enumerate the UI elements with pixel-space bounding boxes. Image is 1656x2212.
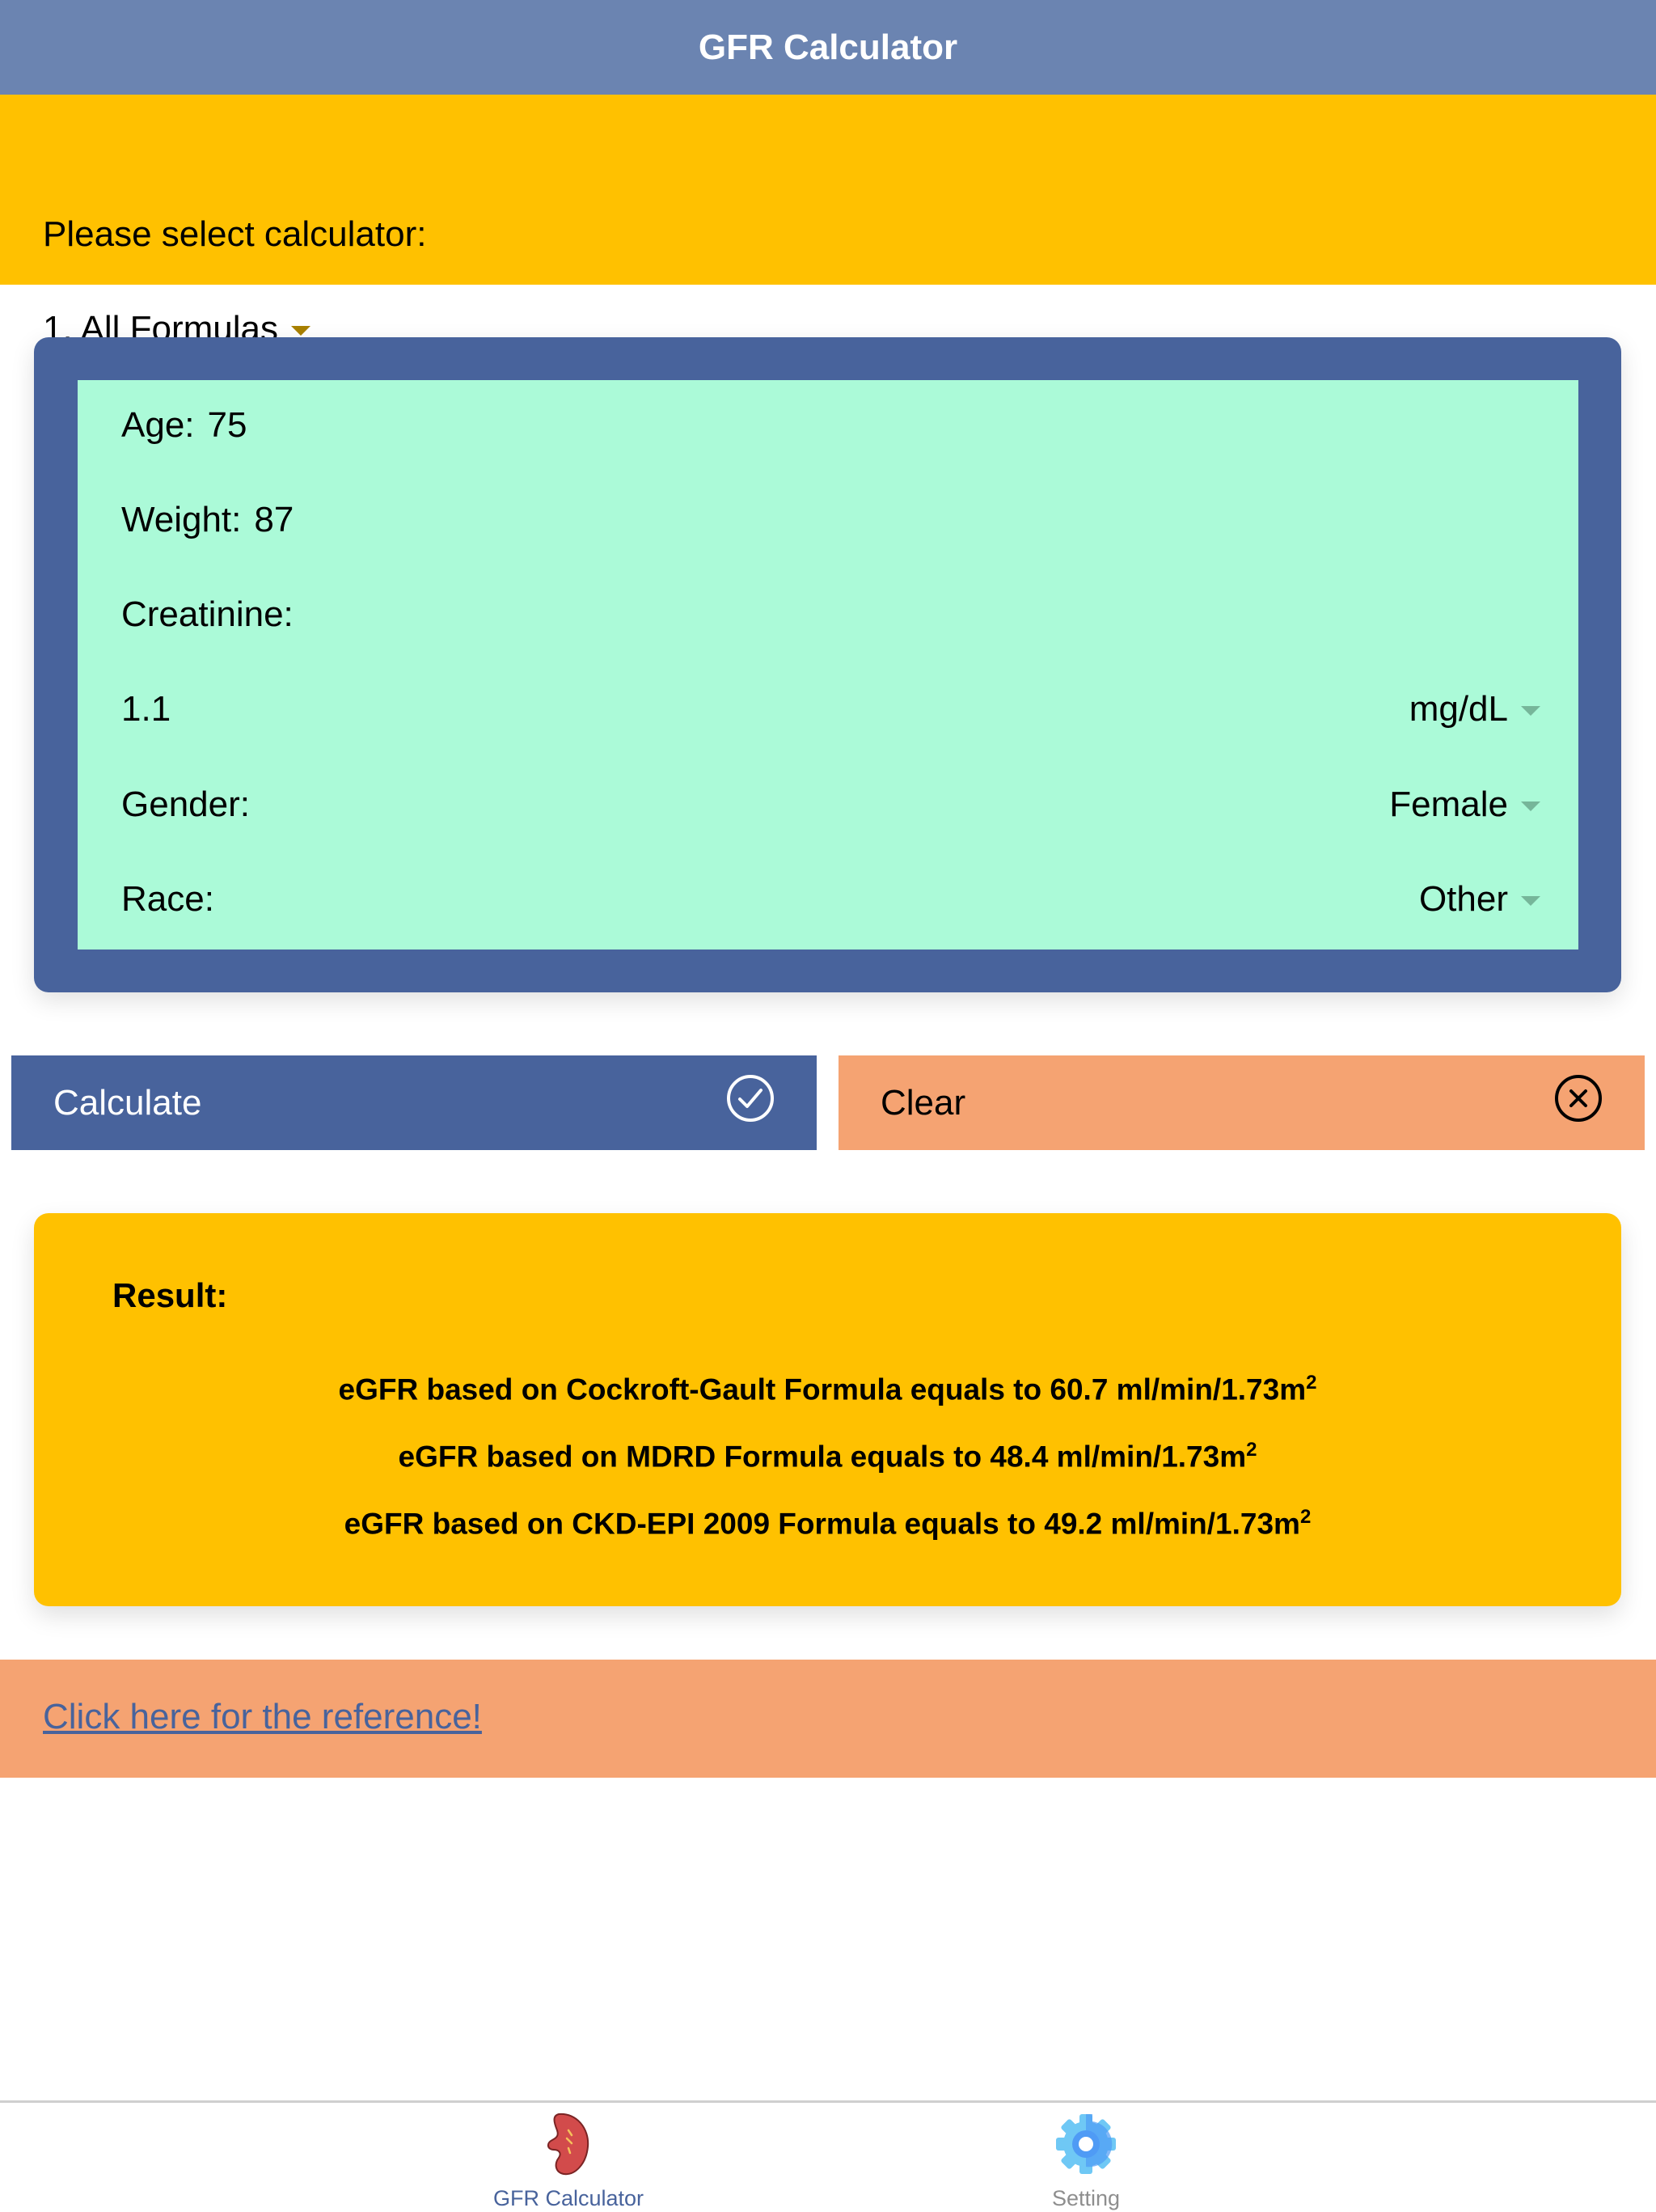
race-value: Other xyxy=(1418,879,1508,919)
clear-button[interactable]: Clear xyxy=(839,1055,1645,1150)
check-circle-icon xyxy=(726,1074,775,1131)
creatinine-label-row: Creatinine: xyxy=(121,590,1540,639)
age-input[interactable]: 75 xyxy=(208,405,247,446)
weight-label: Weight: xyxy=(121,500,242,539)
caret-down-icon xyxy=(1521,706,1540,716)
input-form: Age: 75 Weight: 87 Creatinine: 1.1 mg/dL xyxy=(78,380,1578,950)
result-text: eGFR based on Cockroft-Gault Formula equ… xyxy=(338,1372,1307,1406)
creatinine-label: Creatinine: xyxy=(121,594,294,634)
caret-down-icon xyxy=(1521,801,1540,811)
age-row: Age: 75 xyxy=(121,401,1540,450)
weight-input[interactable]: 87 xyxy=(254,500,294,540)
race-row: Race: Other xyxy=(121,875,1540,924)
gender-label: Gender: xyxy=(121,785,250,824)
gender-dropdown[interactable]: Female xyxy=(1389,785,1540,825)
tab-bar: GFR Calculator Setting xyxy=(0,2100,1656,2212)
calculate-button-label: Calculate xyxy=(53,1082,202,1123)
age-label: Age: xyxy=(121,405,195,445)
race-dropdown[interactable]: Other xyxy=(1419,879,1540,920)
caret-down-icon xyxy=(290,326,310,336)
result-text: eGFR based on MDRD Formula equals to 48.… xyxy=(398,1440,1247,1474)
creatinine-input[interactable]: 1.1 xyxy=(121,689,171,730)
gear-icon xyxy=(1053,2111,1119,2181)
calculate-button[interactable]: Calculate xyxy=(11,1055,817,1150)
creatinine-row: 1.1 mg/dL xyxy=(121,685,1540,734)
result-text: eGFR based on CKD-EPI 2009 Formula equal… xyxy=(344,1507,1300,1541)
close-circle-icon xyxy=(1554,1074,1603,1131)
page-title: GFR Calculator xyxy=(698,27,958,67)
tab-setting[interactable]: Setting xyxy=(981,2111,1191,2211)
result-superscript: 2 xyxy=(1299,1506,1312,1528)
reference-section: Click here for the reference! xyxy=(0,1660,1656,1778)
result-cockroft-gault: eGFR based on Cockroft-Gault Formula equ… xyxy=(34,1372,1621,1406)
caret-down-icon xyxy=(1521,896,1540,906)
weight-row: Weight: 87 xyxy=(121,496,1540,544)
race-label: Race: xyxy=(121,879,214,919)
tab-label: Setting xyxy=(1051,2186,1121,2210)
creatinine-unit-value: mg/dL xyxy=(1409,689,1508,729)
result-ckd-epi: eGFR based on CKD-EPI 2009 Formula equal… xyxy=(34,1506,1621,1541)
calculator-select-section: Please select calculator: 1. All Formula… xyxy=(0,95,1656,349)
result-superscript: 2 xyxy=(1246,1439,1257,1461)
reference-link[interactable]: Click here for the reference! xyxy=(43,1697,482,1737)
result-superscript: 2 xyxy=(1306,1372,1317,1394)
result-title: Result: xyxy=(112,1276,228,1314)
kidney-icon xyxy=(544,2111,593,2181)
gender-value: Female xyxy=(1389,785,1508,824)
tab-gfr-calculator[interactable]: GFR Calculator xyxy=(463,2111,674,2211)
result-mdrd: eGFR based on MDRD Formula equals to 48.… xyxy=(34,1439,1621,1474)
result-card: Result: eGFR based on Cockroft-Gault For… xyxy=(34,1213,1621,1606)
creatinine-unit-dropdown[interactable]: mg/dL xyxy=(1409,689,1540,730)
tab-label: GFR Calculator xyxy=(492,2186,644,2210)
input-card: Age: 75 Weight: 87 Creatinine: 1.1 mg/dL xyxy=(34,337,1621,992)
gender-row: Gender: Female xyxy=(121,780,1540,829)
calculator-select-label: Please select calculator: xyxy=(43,214,427,254)
nav-header: GFR Calculator xyxy=(0,0,1656,95)
clear-button-label: Clear xyxy=(881,1082,966,1123)
